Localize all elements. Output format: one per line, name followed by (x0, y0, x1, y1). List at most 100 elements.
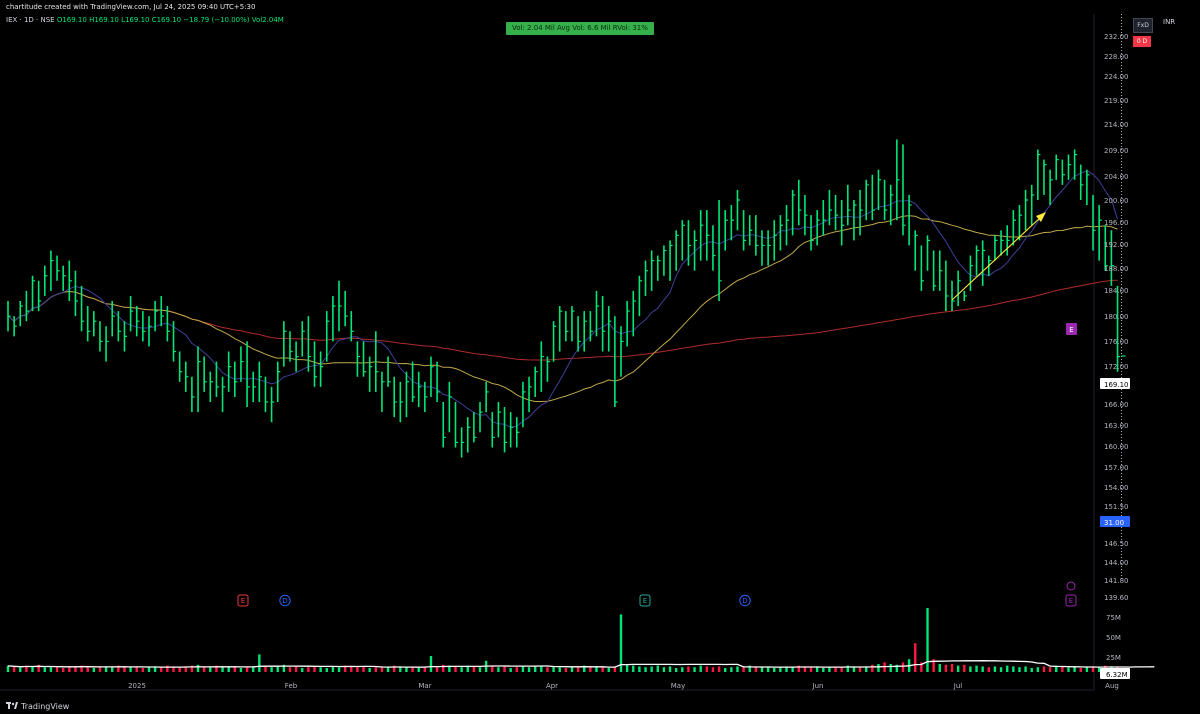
event-marker-dividend[interactable]: D (279, 594, 291, 607)
volume-bar (68, 667, 71, 672)
volume-bar (202, 667, 206, 672)
currency-label[interactable]: INR (1163, 18, 1175, 26)
ohlc-bar (963, 290, 967, 301)
price-tick-label: 214.00 (1104, 121, 1129, 129)
volume-bar (742, 667, 745, 672)
event-label: D (282, 597, 287, 605)
ma-fast-line (7, 170, 1118, 428)
ohlc-bar (865, 179, 869, 221)
ohlc-bar (1116, 285, 1121, 372)
ohlc-bar (466, 417, 471, 453)
price-tick-label: 154.00 (1104, 484, 1129, 492)
volume-bar (613, 667, 617, 672)
ohlc-bar (442, 402, 446, 448)
volume-bar (914, 643, 917, 672)
volume-bar (386, 667, 390, 672)
volume-bar (950, 664, 954, 672)
ohlc-bar (7, 301, 11, 332)
ohlc-bar (252, 371, 256, 402)
ohlc-bar (19, 301, 23, 327)
ohlc-bar (148, 316, 152, 347)
ohlc-bar (80, 285, 85, 332)
ohlc-bar (1086, 169, 1090, 206)
event-label: D (742, 597, 747, 605)
fx-button[interactable]: FxD (1133, 18, 1153, 33)
ohlc-bar (883, 179, 888, 221)
volume-bar (552, 666, 555, 672)
volume-bars (6, 608, 1119, 672)
time-tick-label: Jul (953, 682, 963, 690)
ohlc-bar (644, 260, 649, 296)
volume-bar (178, 667, 181, 672)
volume-bar (963, 664, 966, 672)
event-marker-earnings[interactable]: E (1065, 594, 1077, 607)
ohlc-bar (889, 184, 894, 226)
ohlc-bar (534, 366, 538, 397)
open-value: O169.10 (56, 16, 87, 24)
ohlc-bar (25, 290, 29, 322)
volume-bar (497, 667, 500, 672)
ohlc-bar (914, 230, 918, 271)
days-badge[interactable]: 0 D (1133, 36, 1151, 47)
price-tick-label: 166.00 (1104, 401, 1129, 409)
volume-bar (632, 665, 635, 672)
volume-bar (55, 667, 59, 672)
ohlc-bar (503, 407, 508, 453)
ohlc-bar (773, 220, 777, 261)
volume-bar (141, 668, 145, 672)
event-marker-earnings[interactable]: E (639, 594, 651, 607)
ohlc-bar (834, 194, 839, 231)
volume-bar (1012, 666, 1015, 672)
tradingview-branding[interactable]: TradingView (6, 701, 69, 711)
volume-bar (31, 666, 34, 672)
ohlc-bar (142, 311, 146, 342)
volume-bar (901, 662, 905, 672)
ohlc-bar (1049, 169, 1053, 206)
volume-bar (319, 667, 322, 672)
ohlc-bar (558, 306, 563, 352)
price-tick-label: 31.00 (1104, 519, 1124, 527)
volume-bar (374, 667, 377, 672)
ohlc-bar (160, 295, 164, 327)
symbol-label[interactable]: IEX · 1D · NSE (6, 16, 55, 24)
volume-bar (981, 666, 984, 672)
ohlc-bar (405, 371, 410, 418)
ma-slow-line (7, 279, 1118, 361)
volume-bar (546, 667, 549, 672)
ohlc-bar (184, 361, 189, 392)
ohlc-bar (491, 412, 495, 448)
ma-mid-line (7, 215, 1118, 402)
volume-bar (294, 666, 298, 672)
time-tick-label: Jun (812, 682, 824, 690)
price-chart[interactable]: 232.00 228.00 224.00 219.00 214.00 209.00 204.… (0, 0, 1200, 714)
event-marker-earnings[interactable]: E (237, 594, 249, 607)
volume-bar (331, 666, 335, 672)
ohlc-bar (804, 194, 808, 236)
ohlc-bar (430, 356, 434, 397)
volume-bar (245, 667, 249, 672)
event-marker-dividend[interactable]: D (739, 594, 751, 607)
price-tick-label: 204.00 (1104, 173, 1129, 181)
trend-arrow-line (951, 215, 1043, 301)
price-tick-label: 172.00 (1104, 363, 1129, 371)
ohlc-bar (289, 331, 293, 362)
ohlc-bar (1079, 164, 1084, 200)
ohlc-bar (785, 205, 790, 246)
ohlc-bar (699, 210, 704, 261)
volume-tick-label: 25M (1106, 654, 1121, 662)
volume-bar (858, 667, 862, 672)
price-tick-label: 188.00 (1104, 265, 1129, 273)
ohlc-bar (307, 316, 311, 372)
volume-bar (1061, 666, 1064, 672)
volume-bar (650, 666, 653, 672)
ohlc-bar (797, 179, 802, 226)
volume-bar (717, 666, 721, 672)
volume-bar (1036, 667, 1040, 672)
close-value: C169.10 (151, 16, 182, 24)
volume-bar (276, 666, 279, 672)
ohlc-bar (552, 321, 557, 362)
ohlc-bar (99, 321, 103, 352)
ohlc-bar (926, 235, 931, 271)
volume-bar (160, 667, 163, 672)
ohlc-bar (454, 402, 459, 448)
